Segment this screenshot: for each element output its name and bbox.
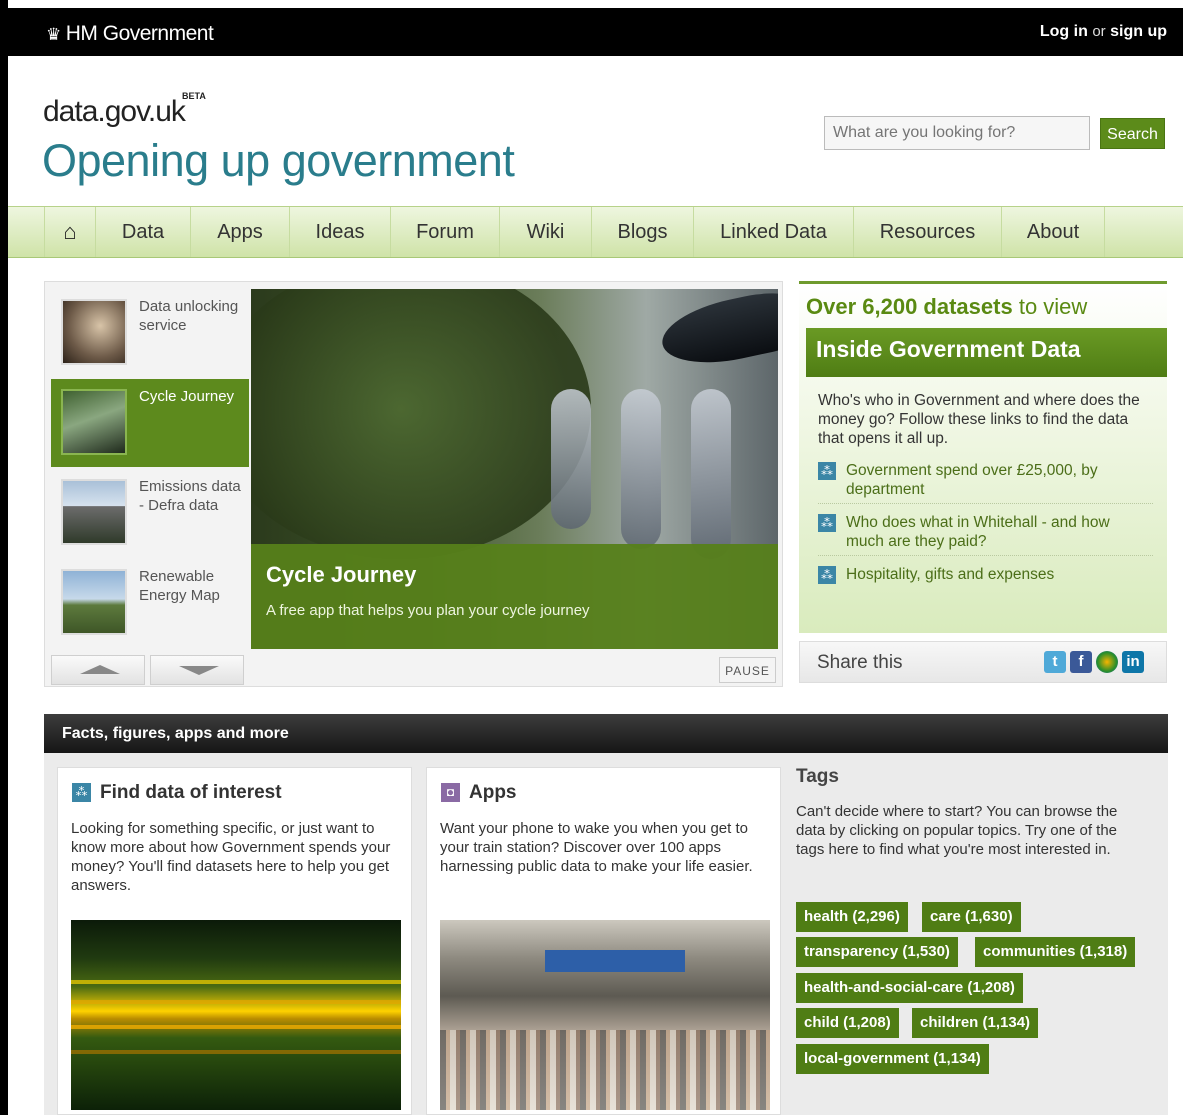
pause-button[interactable]: PAUSE — [719, 657, 776, 683]
main-nav: ⌂ Data Apps Ideas Forum Wiki Blogs Linke… — [8, 206, 1183, 258]
nav-apps[interactable]: Apps — [191, 207, 290, 257]
bike-shape — [621, 389, 661, 549]
facts-title: Facts, figures, apps and more — [62, 725, 289, 742]
linkedin-icon[interactable]: in — [1122, 651, 1144, 673]
search-button[interactable]: Search — [1100, 118, 1165, 149]
home-icon: ⌂ — [63, 219, 77, 244]
tag-link[interactable]: child (1,208) — [796, 1008, 899, 1038]
hero-background — [251, 289, 591, 559]
hm-government-brand[interactable]: ♛ HM Government — [46, 22, 214, 46]
hero-title: Cycle Journey — [266, 562, 417, 587]
carousel-thumb[interactable]: Data unlocking service — [51, 289, 249, 377]
apps-card: ◘ Apps Want your phone to wake you when … — [426, 767, 781, 1115]
apps-icon: ◘ — [441, 783, 460, 802]
site-logo[interactable]: data.gov.uk — [43, 95, 186, 129]
divider — [818, 503, 1153, 504]
facebook-icon[interactable]: f — [1070, 651, 1092, 673]
card-title[interactable]: Find data of interest — [100, 782, 282, 804]
thumb-image — [61, 479, 127, 545]
arrow-down-icon — [179, 666, 219, 675]
hero-description: A free app that helps you plan your cycl… — [266, 602, 590, 619]
facts-header: Facts, figures, apps and more — [44, 714, 1168, 753]
share-bar: Share this t f in — [799, 641, 1167, 683]
train-station-image[interactable] — [440, 920, 770, 1110]
carousel-thumb[interactable]: Emissions data - Defra data — [51, 469, 249, 557]
bike-seat-shape — [656, 289, 778, 374]
data-visual-image[interactable] — [71, 920, 401, 1110]
tags-intro: Can't decide where to start? You can bro… — [796, 803, 1118, 858]
search-input[interactable] — [824, 116, 1090, 150]
nav-blogs[interactable]: Blogs — [592, 207, 694, 257]
dataset-icon: ⁂ — [72, 783, 91, 802]
tag-link[interactable]: health (2,296) — [796, 902, 908, 932]
carousel-down-button[interactable] — [150, 655, 244, 685]
delicious-icon[interactable] — [1096, 651, 1118, 673]
promo-intro: Who's who in Government and where does t… — [818, 392, 1140, 447]
nav-resources[interactable]: Resources — [854, 207, 1002, 257]
tag-link[interactable]: transparency (1,530) — [796, 937, 958, 967]
tag-link[interactable]: health-and-social-care (1,208) — [796, 973, 1023, 1003]
login-link[interactable]: Log in — [1040, 23, 1088, 40]
card-text: Want your phone to wake you when you get… — [440, 820, 753, 875]
window-edge — [0, 0, 8, 1115]
tag-link[interactable]: communities (1,318) — [975, 937, 1136, 967]
dataset-icon: ⁂ — [818, 514, 836, 532]
tag-link[interactable]: local-government (1,134) — [796, 1044, 989, 1074]
nav-linked-data[interactable]: Linked Data — [694, 207, 854, 257]
find-data-card: ⁂ Find data of interest Looking for some… — [57, 767, 412, 1115]
thumb-label: Emissions data - Defra data — [139, 478, 241, 514]
thumb-image — [61, 569, 127, 635]
thumb-label: Cycle Journey — [139, 388, 235, 405]
tag-link[interactable]: children (1,134) — [912, 1008, 1039, 1038]
hero-caption: Cycle Journey A free app that helps you … — [251, 544, 778, 649]
account-links: Log in or sign up — [1040, 23, 1167, 41]
nav-data[interactable]: Data — [96, 207, 191, 257]
or-text: or — [1092, 23, 1106, 40]
nav-about[interactable]: About — [1002, 207, 1105, 257]
card-title[interactable]: Apps — [469, 782, 517, 804]
crest-icon: ♛ — [46, 25, 61, 44]
dataset-count: Over 6,200 datasets to view — [806, 294, 1088, 319]
carousel-thumb[interactable]: Renewable Energy Map — [51, 559, 249, 647]
nav-home[interactable]: ⌂ — [44, 207, 96, 257]
top-bar: ♛ HM Government Log in or sign up — [8, 8, 1183, 56]
share-label: Share this — [817, 652, 903, 673]
hero-slide[interactable]: Cycle Journey A free app that helps you … — [251, 289, 778, 649]
bike-shape — [691, 389, 731, 559]
twitter-icon[interactable]: t — [1044, 651, 1066, 673]
thumb-image — [61, 389, 127, 455]
promo-band-title: Inside Government Data — [816, 336, 1081, 362]
promo-band: Inside Government Data — [806, 328, 1167, 377]
thumb-label: Data unlocking service — [139, 298, 239, 334]
thumb-image — [61, 299, 127, 365]
bike-shape — [551, 389, 591, 529]
site-tagline: Opening up government — [42, 135, 515, 186]
thumb-label: Renewable Energy Map — [139, 568, 220, 604]
divider — [818, 555, 1153, 556]
arrow-up-icon — [80, 665, 120, 674]
nav-ideas[interactable]: Ideas — [290, 207, 391, 257]
nav-forum[interactable]: Forum — [391, 207, 500, 257]
dataset-icon: ⁂ — [818, 566, 836, 584]
tags-title: Tags — [796, 766, 839, 787]
signup-link[interactable]: sign up — [1110, 23, 1167, 40]
nav-wiki[interactable]: Wiki — [500, 207, 592, 257]
carousel-thumb-active[interactable]: Cycle Journey — [51, 379, 249, 467]
tag-link[interactable]: care (1,630) — [922, 902, 1021, 932]
beta-badge: BETA — [182, 91, 206, 101]
dataset-icon: ⁂ — [818, 462, 836, 480]
carousel-up-button[interactable] — [51, 655, 145, 685]
card-text: Looking for something specific, or just … — [71, 820, 391, 894]
